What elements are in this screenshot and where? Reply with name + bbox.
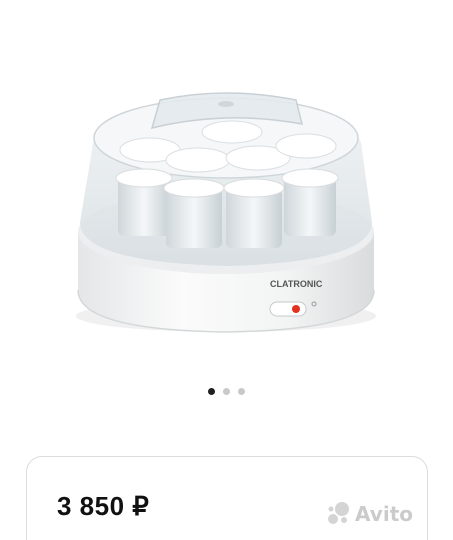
brand-label: CLATRONIC bbox=[270, 279, 323, 289]
avito-watermark-text: Avito bbox=[355, 502, 413, 526]
price: 3 850 ₽ bbox=[57, 491, 150, 521]
power-switch bbox=[269, 301, 307, 317]
product-photo[interactable]: CLATRONIC bbox=[0, 0, 453, 370]
gallery-pagination bbox=[0, 388, 453, 395]
avito-watermark: Avito bbox=[325, 501, 413, 527]
price-card: 3 850 ₽ Avito bbox=[26, 456, 428, 540]
yogurt-maker-image: CLATRONIC bbox=[76, 92, 376, 333]
gallery-dot-1[interactable] bbox=[208, 388, 215, 395]
gallery-dot-2[interactable] bbox=[223, 388, 230, 395]
avito-logo-icon bbox=[328, 502, 350, 524]
gallery-dot-3[interactable] bbox=[238, 388, 245, 395]
power-indicator-icon bbox=[292, 305, 300, 313]
